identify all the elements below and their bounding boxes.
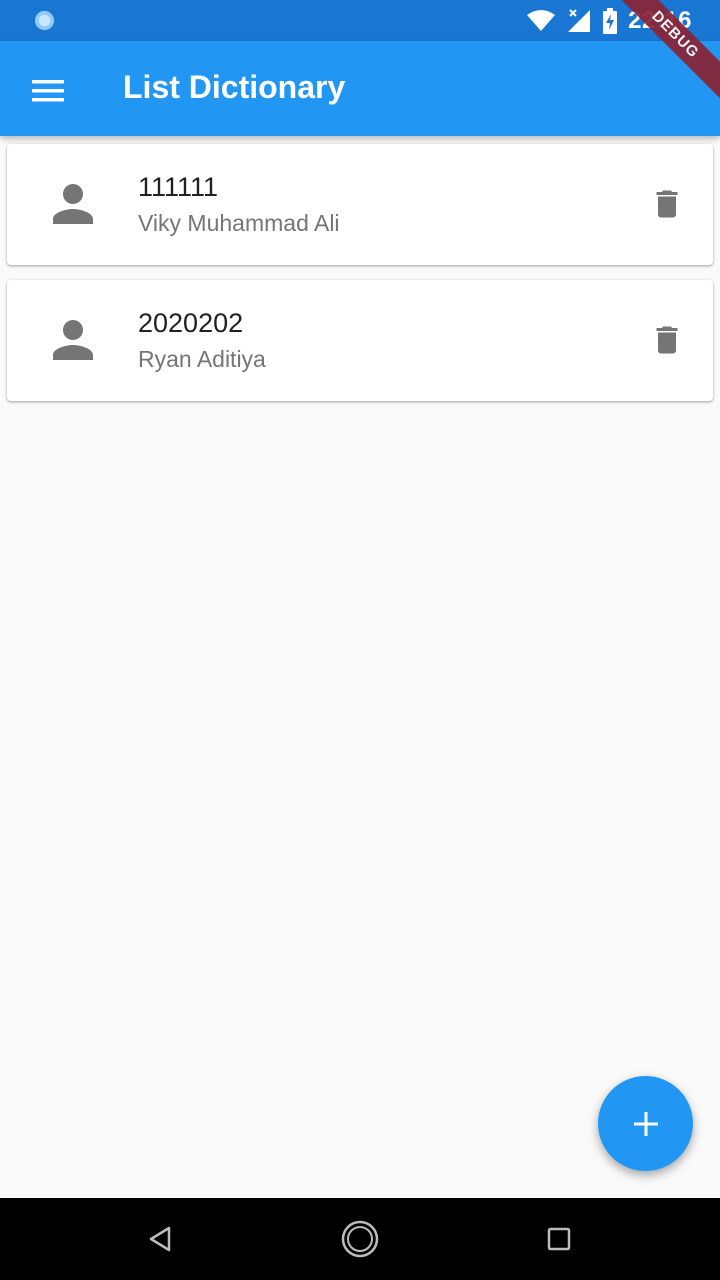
add-icon xyxy=(633,1111,658,1136)
add-button[interactable] xyxy=(598,1076,693,1171)
list-item[interactable]: 111111 Viky Muhammad Ali xyxy=(7,144,713,265)
list-item[interactable]: 2020202 Ryan Aditiya xyxy=(7,280,713,401)
back-icon xyxy=(149,1226,171,1252)
person-icon xyxy=(53,184,93,224)
list-item-title: 2020202 xyxy=(138,308,244,338)
home-button[interactable] xyxy=(335,1214,385,1264)
back-button[interactable] xyxy=(135,1214,185,1264)
wifi-icon xyxy=(527,9,556,31)
person-icon xyxy=(53,320,93,360)
menu-button[interactable] xyxy=(20,63,76,119)
delete-icon xyxy=(656,190,678,218)
delete-icon xyxy=(656,326,678,354)
notification-icon xyxy=(34,10,55,31)
signal-icon xyxy=(568,8,591,32)
recents-icon xyxy=(547,1227,571,1251)
menu-icon xyxy=(32,80,64,102)
list-item-subtitle: Viky Muhammad Ali xyxy=(138,210,340,236)
app-bar: List Dictionary xyxy=(0,41,720,136)
list-item-subtitle: Ryan Aditiya xyxy=(138,346,266,372)
battery-charging-icon xyxy=(603,7,618,34)
home-icon xyxy=(341,1220,379,1258)
recents-button[interactable] xyxy=(534,1214,584,1264)
status-bar: 22:16 xyxy=(0,0,720,41)
delete-button[interactable] xyxy=(643,180,691,228)
navigation-bar xyxy=(0,1198,720,1280)
page-title: List Dictionary xyxy=(123,69,346,105)
dictionary-list: 111111 Viky Muhammad Ali 2020202 Ryan Ad… xyxy=(7,144,713,416)
list-item-title: 111111 xyxy=(138,172,219,202)
delete-button[interactable] xyxy=(643,316,691,364)
